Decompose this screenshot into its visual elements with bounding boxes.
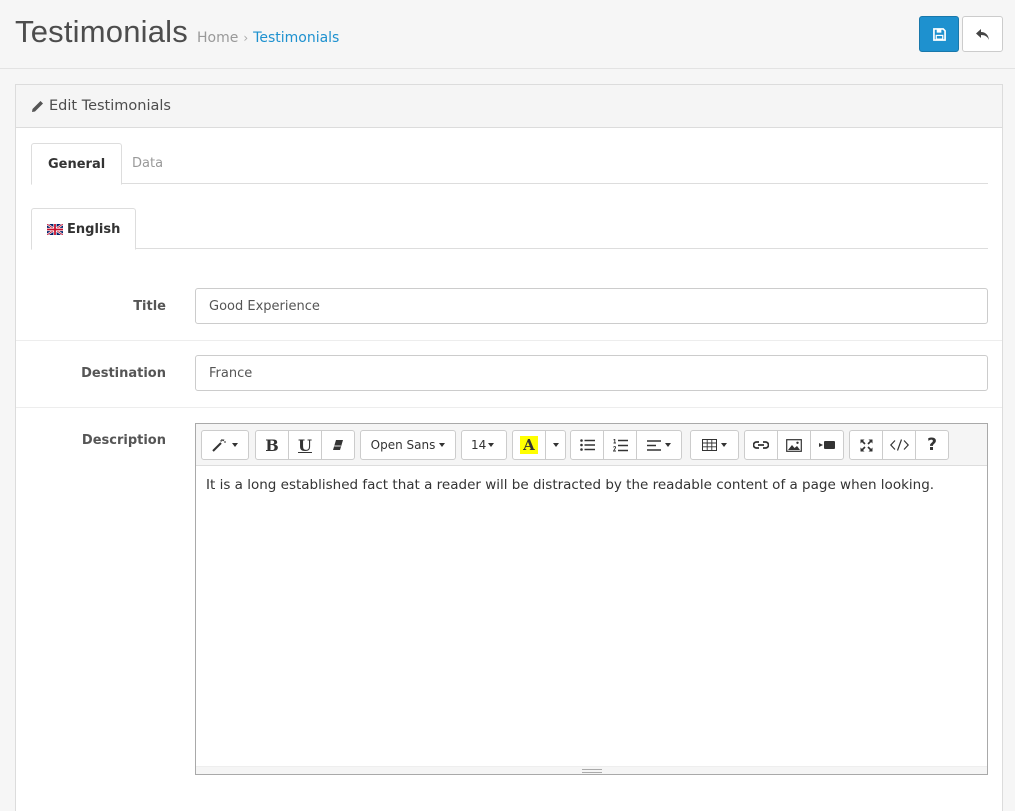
panel-title: Edit Testimonials bbox=[49, 98, 171, 114]
editor-content[interactable]: It is a long established fact that a rea… bbox=[196, 466, 987, 766]
picture-icon bbox=[786, 438, 802, 452]
editor-toolbar: B U Open Sans 14 A ? bbox=[196, 424, 987, 466]
text-color-dropdown[interactable] bbox=[545, 430, 566, 460]
page-header: Testimonials Home › Testimonials bbox=[0, 0, 1015, 69]
expand-icon bbox=[859, 438, 873, 452]
bold-icon: B bbox=[265, 435, 279, 455]
font-family-dropdown[interactable]: Open Sans bbox=[360, 430, 456, 460]
underline-icon: U bbox=[298, 435, 312, 455]
destination-row: Destination France bbox=[16, 341, 1002, 408]
text-color-icon: A bbox=[520, 436, 538, 454]
destination-input[interactable]: France bbox=[195, 355, 988, 391]
link-icon bbox=[753, 441, 769, 449]
tab-language-english[interactable]: English bbox=[31, 208, 137, 250]
back-button[interactable] bbox=[962, 16, 1003, 52]
tab-general[interactable]: General bbox=[31, 143, 123, 185]
code-view-button[interactable] bbox=[882, 430, 916, 460]
description-editor: B U Open Sans 14 A ? It is a long establ… bbox=[195, 423, 988, 775]
fullscreen-button[interactable] bbox=[849, 430, 883, 460]
breadcrumb-current-link[interactable]: Testimonials bbox=[253, 30, 339, 46]
title-row: Title Good Experience bbox=[16, 273, 1002, 341]
align-left-icon bbox=[647, 439, 661, 451]
underline-button[interactable]: U bbox=[288, 430, 322, 460]
save-button[interactable] bbox=[919, 16, 959, 52]
font-size-dropdown[interactable]: 14 bbox=[461, 430, 507, 460]
font-family-value: Open Sans bbox=[370, 438, 436, 452]
uk-flag-icon bbox=[47, 223, 63, 235]
panel-heading: Edit Testimonials bbox=[16, 85, 1002, 128]
insert-video-button[interactable] bbox=[810, 430, 844, 460]
page-title: Testimonials bbox=[15, 14, 188, 49]
paragraph-align-dropdown[interactable] bbox=[636, 430, 682, 460]
breadcrumb: Home › Testimonials bbox=[197, 30, 339, 46]
language-label: English bbox=[67, 221, 121, 237]
breadcrumb-home-link[interactable]: Home bbox=[197, 30, 238, 46]
help-icon: ? bbox=[927, 435, 937, 455]
main-tabs: General Data bbox=[31, 143, 988, 185]
description-label: Description bbox=[81, 433, 166, 448]
pencil-icon bbox=[32, 100, 43, 112]
floppy-disk-icon bbox=[932, 27, 946, 41]
destination-label: Destination bbox=[81, 366, 166, 381]
magic-wand-icon bbox=[212, 439, 226, 452]
language-tabs: English bbox=[31, 208, 988, 250]
insert-link-button[interactable] bbox=[744, 430, 778, 460]
title-input[interactable]: Good Experience bbox=[195, 288, 988, 324]
bullet-list-icon bbox=[579, 439, 595, 451]
video-icon bbox=[819, 441, 835, 449]
table-icon bbox=[702, 439, 717, 451]
clear-format-button[interactable] bbox=[321, 430, 355, 460]
tab-data[interactable]: Data bbox=[116, 143, 179, 184]
font-size-value: 14 bbox=[471, 438, 487, 452]
breadcrumb-separator: › bbox=[243, 31, 249, 45]
unordered-list-button[interactable] bbox=[570, 430, 604, 460]
numbered-list-icon bbox=[612, 438, 628, 451]
code-icon bbox=[889, 439, 909, 451]
table-dropdown[interactable] bbox=[690, 430, 739, 460]
title-label: Title bbox=[133, 299, 166, 314]
text-color-button[interactable]: A bbox=[512, 430, 546, 460]
bold-button[interactable]: B bbox=[255, 430, 289, 460]
help-button[interactable]: ? bbox=[915, 430, 949, 460]
edit-panel: Edit Testimonials General Data English T… bbox=[15, 84, 1003, 811]
reply-arrow-icon bbox=[976, 28, 989, 40]
editor-resize-handle[interactable] bbox=[196, 766, 987, 774]
ordered-list-button[interactable] bbox=[603, 430, 637, 460]
eraser-icon bbox=[333, 440, 343, 450]
style-dropdown[interactable] bbox=[201, 430, 249, 460]
insert-image-button[interactable] bbox=[777, 430, 811, 460]
